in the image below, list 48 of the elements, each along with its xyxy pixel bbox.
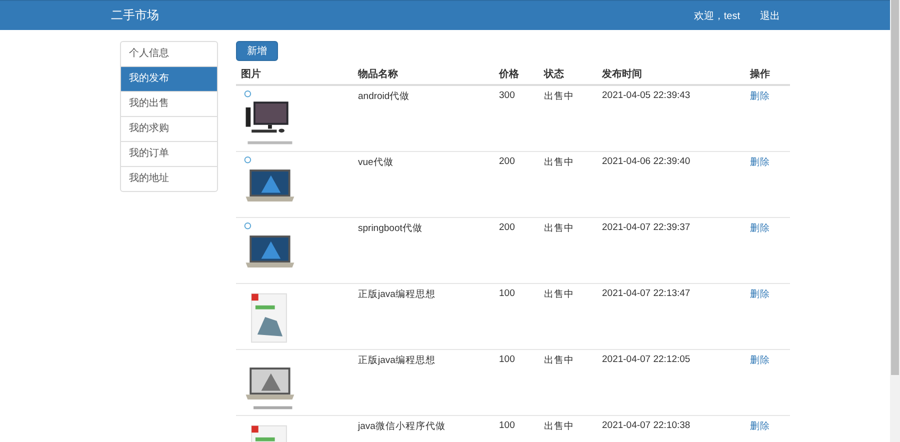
item-name: springboot代做 xyxy=(353,218,494,284)
status-cell: 出售中 xyxy=(539,152,597,218)
scrollbar-thumb[interactable] xyxy=(891,0,899,375)
time-cell: 2021-04-07 22:12:05 xyxy=(597,350,745,416)
sidebar-item[interactable]: 我的订单 xyxy=(121,141,217,166)
column-header: 状态 xyxy=(539,64,597,85)
status-cell: 出售中 xyxy=(539,85,597,152)
sidebar-item[interactable]: 我的发布 xyxy=(121,66,217,91)
item-name: vue代做 xyxy=(353,152,494,218)
sidebar-item[interactable]: 我的求购 xyxy=(121,116,217,141)
delete-link[interactable]: 删除 xyxy=(750,157,770,168)
delete-link[interactable]: 删除 xyxy=(750,289,770,300)
brand-title[interactable]: 二手市场 xyxy=(111,7,694,24)
scrollbar[interactable] xyxy=(890,0,900,442)
price-cell: 200 xyxy=(494,152,539,218)
time-cell: 2021-04-07 22:13:47 xyxy=(597,284,745,350)
item-name: android代做 xyxy=(353,85,494,152)
column-header: 物品名称 xyxy=(353,64,494,85)
price-cell: 200 xyxy=(494,218,539,284)
time-cell: 2021-04-06 22:39:40 xyxy=(597,152,745,218)
time-cell: 2021-04-07 22:10:38 xyxy=(597,416,745,442)
item-name: 正版java编程思想 xyxy=(353,350,494,416)
sidebar-item[interactable]: 个人信息 xyxy=(121,42,217,66)
delete-link[interactable]: 删除 xyxy=(750,91,770,102)
status-cell: 出售中 xyxy=(539,350,597,416)
item-name: 正版java编程思想 xyxy=(353,284,494,350)
delete-link[interactable]: 删除 xyxy=(750,223,770,234)
delete-link[interactable]: 删除 xyxy=(750,355,770,366)
status-cell: 出售中 xyxy=(539,284,597,350)
status-cell: 出售中 xyxy=(539,416,597,442)
column-header: 发布时间 xyxy=(597,64,745,85)
time-cell: 2021-04-05 22:39:43 xyxy=(597,85,745,152)
price-cell: 300 xyxy=(494,85,539,152)
column-header: 图片 xyxy=(236,64,353,85)
delete-link[interactable]: 删除 xyxy=(750,421,770,432)
price-cell: 100 xyxy=(494,350,539,416)
column-header: 价格 xyxy=(494,64,539,85)
add-button[interactable]: 新增 xyxy=(236,41,278,61)
price-cell: 100 xyxy=(494,284,539,350)
time-cell: 2021-04-07 22:39:37 xyxy=(597,218,745,284)
price-cell: 100 xyxy=(494,416,539,442)
column-header: 操作 xyxy=(745,64,790,85)
logout-link[interactable]: 退出 xyxy=(760,8,780,22)
item-name: java微信小程序代做 xyxy=(353,416,494,442)
sidebar-item[interactable]: 我的地址 xyxy=(121,166,217,191)
sidebar-item[interactable]: 我的出售 xyxy=(121,91,217,116)
welcome-text: 欢迎，test xyxy=(694,10,740,22)
status-cell: 出售中 xyxy=(539,218,597,284)
